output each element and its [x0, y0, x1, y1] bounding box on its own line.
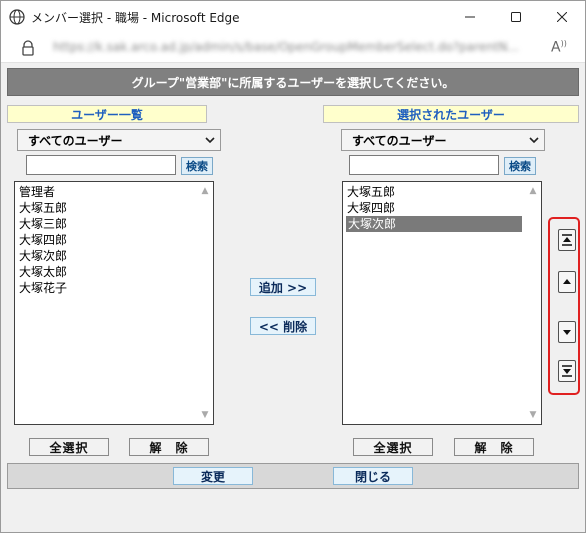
list-item[interactable]: 大塚三郎: [19, 216, 67, 232]
list-item[interactable]: 大塚四郎: [347, 200, 395, 216]
minimize-icon: [465, 16, 475, 18]
url-field[interactable]: https://k.sak.arco.ad.jp/admin/s/base/Op…: [53, 40, 533, 54]
move-up-button[interactable]: [558, 271, 576, 293]
address-bar: https://k.sak.arco.ad.jp/admin/s/base/Op…: [1, 33, 585, 63]
move-up-icon: [563, 279, 571, 284]
move-down-icon: [563, 330, 571, 335]
scroll-down-icon[interactable]: ▼: [200, 410, 210, 420]
add-button-label: 追加 >>: [258, 280, 308, 295]
right-filter-value: すべてのユーザー: [352, 133, 447, 148]
selected-users-title-text: 選択されたユーザー: [397, 107, 505, 122]
right-filter-select[interactable]: すべてのユーザー: [341, 129, 545, 151]
remove-button[interactable]: << 削除: [250, 317, 316, 335]
list-item[interactable]: 大塚次郎: [19, 248, 67, 264]
read-aloud-icon[interactable]: A)): [551, 39, 573, 57]
right-search-label: 検索: [509, 160, 531, 173]
add-button[interactable]: 追加 >>: [250, 278, 316, 296]
list-item-selected[interactable]: 大塚次郎: [346, 216, 522, 232]
left-deselect-label: 解 除: [149, 440, 189, 455]
move-bottom-icon: [562, 365, 572, 377]
window-title: メンバー選択 - 職場 - Microsoft Edge: [31, 11, 240, 25]
list-item[interactable]: 大塚五郎: [347, 184, 395, 200]
list-item[interactable]: 管理者: [19, 184, 55, 200]
list-item[interactable]: 大塚太郎: [19, 264, 67, 280]
scroll-down-icon[interactable]: ▼: [528, 410, 538, 420]
page-content: グループ"営業部"に所属するユーザーを選択してください。 ユーザー一覧 選択され…: [3, 63, 583, 532]
left-select-all-button[interactable]: 全選択: [29, 438, 109, 456]
right-search-button[interactable]: 検索: [504, 157, 536, 175]
selected-users-listbox[interactable]: 大塚五郎 大塚四郎 大塚次郎 ▲ ▼: [342, 181, 542, 425]
left-select-all-label: 全選択: [49, 440, 89, 455]
selected-users-title: 選択されたユーザー: [323, 105, 579, 123]
move-bottom-button[interactable]: [558, 360, 576, 382]
chevron-down-icon: [205, 137, 215, 144]
left-filter-select[interactable]: すべてのユーザー: [17, 129, 221, 151]
right-select-all-label: 全選択: [373, 440, 413, 455]
title-bar: メンバー選択 - 職場 - Microsoft Edge: [1, 1, 585, 33]
lock-icon: [22, 40, 34, 56]
scroll-up-icon[interactable]: ▲: [528, 186, 538, 196]
change-button-label: 変更: [200, 469, 225, 484]
close-window-button[interactable]: [539, 1, 585, 33]
change-button[interactable]: 変更: [173, 467, 253, 485]
right-deselect-button[interactable]: 解 除: [454, 438, 534, 456]
footer-bar: [7, 463, 579, 489]
minimize-button[interactable]: [447, 1, 493, 33]
right-select-all-button[interactable]: 全選択: [353, 438, 433, 456]
left-search-button[interactable]: 検索: [181, 157, 213, 175]
move-top-icon: [562, 234, 572, 246]
move-down-button[interactable]: [558, 321, 576, 343]
right-search-input[interactable]: [349, 155, 499, 175]
user-list-title: ユーザー一覧: [7, 105, 207, 123]
user-listbox[interactable]: 管理者 大塚五郎 大塚三郎 大塚四郎 大塚次郎 大塚太郎 大塚花子 ▲ ▼: [14, 181, 214, 425]
scroll-up-icon[interactable]: ▲: [200, 186, 210, 196]
list-item[interactable]: 大塚四郎: [19, 232, 67, 248]
browser-window: メンバー選択 - 職場 - Microsoft Edge https://k.s…: [0, 0, 586, 533]
left-filter-value: すべてのユーザー: [28, 133, 123, 148]
list-item[interactable]: 大塚五郎: [19, 200, 67, 216]
user-list-title-text: ユーザー一覧: [71, 107, 143, 122]
list-item[interactable]: 大塚花子: [19, 280, 67, 296]
left-deselect-button[interactable]: 解 除: [129, 438, 209, 456]
globe-icon: [9, 9, 25, 25]
left-search-label: 検索: [186, 160, 208, 173]
left-search-input[interactable]: [26, 155, 176, 175]
close-icon: [557, 12, 567, 22]
close-button[interactable]: 閉じる: [333, 467, 413, 485]
move-top-button[interactable]: [558, 229, 576, 251]
instruction-header: グループ"営業部"に所属するユーザーを選択してください。: [7, 68, 579, 96]
instruction-text: グループ"営業部"に所属するユーザーを選択してください。: [131, 75, 455, 90]
remove-button-label: << 削除: [258, 319, 308, 334]
maximize-icon: [511, 12, 521, 22]
chevron-down-icon: [529, 137, 539, 144]
close-button-label: 閉じる: [354, 469, 391, 484]
maximize-button[interactable]: [493, 1, 539, 33]
right-deselect-label: 解 除: [474, 440, 514, 455]
